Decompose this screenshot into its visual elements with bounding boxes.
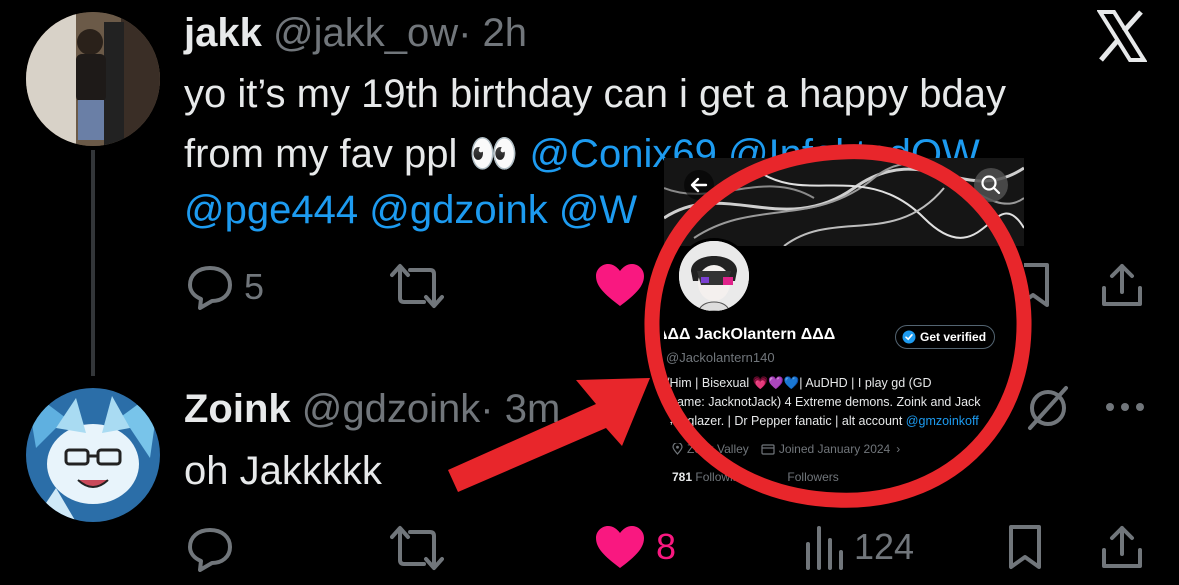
profile-bio-link[interactable]: @gmzoinkoff: [906, 414, 979, 428]
tweet2-bookmark-button[interactable]: [1008, 524, 1042, 575]
tweet2-timestamp[interactable]: · 3m: [480, 387, 560, 431]
profile-bio-line2: name: JacknotJack) 4 Extreme demons. Zoi…: [670, 395, 981, 409]
tweet1-header: jakk @jakk_ow· 2h: [184, 11, 527, 56]
profile-handle: @Jackolantern140: [666, 350, 775, 365]
following-label[interactable]: Following: [695, 470, 746, 484]
tweet1-text-line3: @pge444 @gdzoink @W: [184, 188, 637, 233]
following-count[interactable]: 781: [672, 470, 692, 484]
tweet2-text: oh Jakkkkk: [184, 449, 382, 493]
reply-icon: [188, 528, 232, 572]
views-icon: [806, 526, 843, 570]
tweet1-author-handle[interactable]: @jakk_ow: [273, 11, 458, 55]
more-options-icon[interactable]: [1104, 400, 1146, 419]
verified-badge-icon: [902, 330, 916, 344]
profile-bio-line3: #1 glazer. | Dr Pepper fanatic | alt acc…: [670, 414, 979, 428]
retweet-icon: [390, 264, 444, 308]
back-arrow-icon[interactable]: [684, 170, 714, 200]
tweet2-reply-button[interactable]: [186, 526, 234, 572]
chevron-right-icon: ›: [896, 442, 901, 456]
bookmark-icon: [1009, 525, 1041, 569]
profile-banner: [664, 158, 1024, 247]
tweet2-retweet-button[interactable]: [390, 524, 444, 577]
tweet1-reply-button[interactable]: 5: [186, 264, 264, 310]
tweet1-timestamp[interactable]: · 2h: [458, 11, 527, 55]
profile-bio-line1: /Him | Bisexual 💗💜💙| AuDHD | I play gd (…: [666, 376, 932, 390]
profile-display-name: ΔΔΔ JackOlantern ΔΔΔ: [664, 326, 836, 343]
tweet1-text-line1: yo it’s my 19th birthday can i get a hap…: [184, 72, 1006, 116]
profile-follow-stats: 781 Following Followers: [672, 470, 839, 484]
heart-filled-icon: [596, 264, 644, 306]
thread-line: [91, 150, 95, 376]
tweet1-share-button[interactable]: [1100, 262, 1144, 313]
profile-location: Zonk Valley: [687, 442, 749, 456]
tweet2-header: Zoink @gdzoink· 3m: [184, 387, 560, 432]
profile-joined-date: Joined January 2024: [778, 442, 891, 456]
tweet1-like-button[interactable]: [594, 262, 646, 313]
tweet2-like-button[interactable]: 8: [594, 524, 676, 570]
tweet2-author-handle[interactable]: @gdzoink: [302, 387, 480, 431]
profile-meta-row: Zonk Valley Joined January 2024 ›: [672, 442, 900, 456]
tweet2-author-name[interactable]: Zoink: [184, 387, 291, 431]
tweet2-like-count: 8: [656, 526, 677, 567]
followers-label[interactable]: Followers: [787, 470, 838, 484]
tweet1-avatar[interactable]: [26, 12, 160, 146]
mention-link[interactable]: @W: [559, 188, 637, 232]
tweet2-avatar[interactable]: [26, 388, 160, 522]
x-logo-icon[interactable]: [1096, 10, 1148, 62]
get-verified-button[interactable]: Get verified: [895, 325, 996, 349]
tweet2-share-button[interactable]: [1100, 524, 1144, 575]
profile-bio-line3-text: #1 glazer. | Dr Pepper fanatic | alt acc…: [670, 414, 906, 428]
tweet1-author-name[interactable]: jakk: [184, 11, 262, 55]
mention-link[interactable]: @pge444: [184, 188, 358, 232]
tweet1-text-prefix: from my fav ppl 👀: [184, 132, 519, 176]
get-verified-label: Get verified: [920, 330, 987, 344]
share-icon: [1102, 526, 1142, 568]
tweet1-retweet-button[interactable]: [390, 262, 444, 315]
profile-screenshot-overlay: ΔΔΔ JackOlantern ΔΔΔ Get verified @Jacko…: [664, 158, 1024, 490]
tweet2-views-button[interactable]: 124: [804, 524, 914, 570]
share-icon: [1102, 264, 1142, 306]
tweet2-view-count: 124: [854, 526, 915, 567]
heart-filled-icon: [596, 526, 644, 568]
mention-link[interactable]: @gdzoink: [369, 188, 547, 232]
retweet-icon: [390, 526, 444, 570]
tweet1-reply-count: 5: [244, 266, 265, 307]
search-icon[interactable]: [974, 168, 1008, 202]
profile-avatar[interactable]: [676, 238, 752, 314]
reply-icon: [188, 266, 232, 310]
calendar-icon: [761, 444, 775, 455]
grok-icon[interactable]: [1024, 384, 1072, 437]
location-pin-icon: [672, 443, 683, 455]
